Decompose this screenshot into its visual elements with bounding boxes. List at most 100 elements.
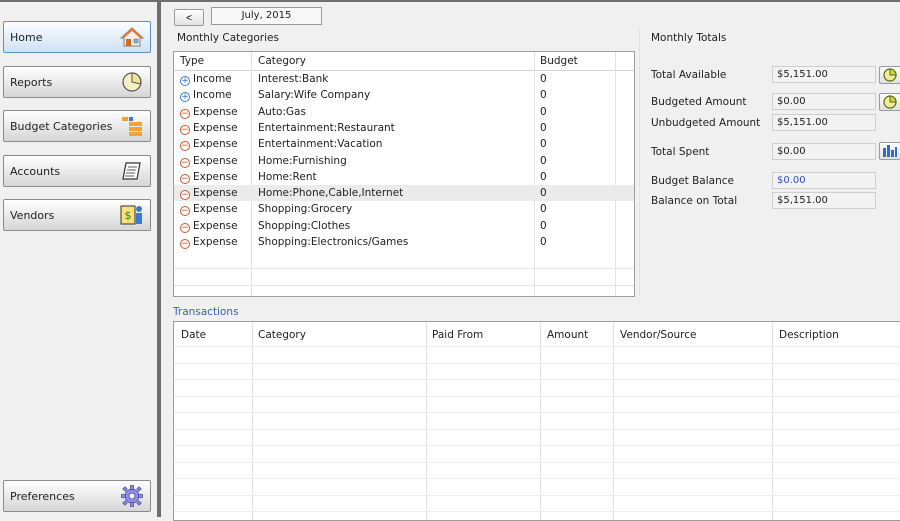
sidebar-item-label: Accounts <box>10 164 61 178</box>
total-spent-label: Total Spent <box>651 146 710 158</box>
row-divider <box>174 445 900 446</box>
balance-on-total-label: Balance on Total <box>651 195 738 207</box>
table-row[interactable]: − Expense Shopping:Clothes 0 <box>174 218 634 234</box>
total-spent-chart-button[interactable] <box>879 142 900 160</box>
grid-header: Type Category Budget <box>174 52 634 71</box>
sidebar-item-label: Budget Categories <box>10 119 113 133</box>
row-type: − Expense <box>180 105 238 119</box>
expense-minus-icon: − <box>180 157 190 168</box>
row-category: Shopping:Electronics/Games <box>258 236 409 248</box>
sidebar-item-vendors[interactable]: Vendors $ <box>3 199 151 231</box>
budget-balance-value: $0.00 <box>772 172 876 189</box>
row-type: − Expense <box>180 236 238 249</box>
row-category: Salary:Wife Company <box>258 89 371 102</box>
row-type: − Expense <box>180 121 238 135</box>
row-budget[interactable]: 0 <box>540 236 547 248</box>
row-divider <box>174 268 634 269</box>
row-budget[interactable]: 0 <box>540 187 547 199</box>
budgeted-amount-chart-button[interactable] <box>879 93 900 111</box>
row-type: + Income <box>180 73 232 86</box>
row-budget[interactable]: 0 <box>540 73 547 85</box>
preferences-button[interactable]: Preferences <box>3 480 151 512</box>
table-row[interactable]: + Income Interest:Bank 0 <box>174 71 634 87</box>
column-header-amount[interactable]: Amount <box>547 329 588 341</box>
monthly-categories-title: Monthly Categories <box>177 32 279 44</box>
row-divider <box>174 461 900 463</box>
total-available-value: $5,151.00 <box>772 66 876 83</box>
expense-minus-icon: − <box>180 190 190 201</box>
monthly-totals-title: Monthly Totals <box>651 32 727 44</box>
row-budget[interactable]: 0 <box>540 122 547 134</box>
monthly-categories-grid[interactable]: Type Category Budget + Income Interest:Ban… <box>173 51 635 297</box>
sidebar-item-home[interactable]: Home <box>3 21 151 53</box>
total-available-chart-button[interactable] <box>879 66 900 84</box>
column-divider <box>613 322 614 520</box>
row-category: Home:Rent <box>258 170 317 183</box>
table-row[interactable]: − Expense Entertainment:Vacation 0 <box>174 136 634 152</box>
row-budget[interactable]: 0 <box>540 203 547 215</box>
row-category: Entertainment:Restaurant <box>258 121 395 134</box>
row-budget[interactable]: 0 <box>540 138 547 150</box>
row-type: − Expense <box>180 203 238 217</box>
table-row[interactable]: − Expense Shopping:Electronics/Games 0 <box>174 234 634 250</box>
row-budget[interactable]: 0 <box>540 220 547 232</box>
table-row[interactable]: − Expense Shopping:Grocery 0 <box>174 201 634 217</box>
column-divider <box>772 322 773 520</box>
house-icon <box>119 25 145 49</box>
transactions-grid[interactable]: Date Category Paid From Amount Vendor/So… <box>173 321 900 521</box>
column-divider <box>540 322 541 520</box>
column-divider <box>426 322 427 520</box>
table-row[interactable]: − Expense Home:Furnishing 0 <box>174 153 634 169</box>
table-row[interactable]: + Income Salary:Wife Company 0 <box>174 87 634 103</box>
table-row[interactable]: − Expense Entertainment:Restaurant 0 <box>174 120 634 136</box>
column-header-date[interactable]: Date <box>181 329 206 341</box>
income-plus-icon: + <box>180 76 190 86</box>
current-month-label: July, 2015 <box>211 7 322 25</box>
sidebar-item-label: Vendors <box>10 208 55 222</box>
column-header-description[interactable]: Description <box>779 329 839 341</box>
gear-icon <box>119 484 145 508</box>
sidebar-item-accounts[interactable]: Accounts <box>3 155 151 187</box>
unbudgeted-amount-value: $5,151.00 <box>772 114 876 131</box>
row-divider <box>174 478 900 479</box>
sidebar-item-budget-categories[interactable]: Budget Categories <box>3 110 151 142</box>
column-header-budget[interactable]: Budget <box>540 55 578 67</box>
budgeted-amount-label: Budgeted Amount <box>651 96 747 108</box>
row-divider <box>174 379 900 380</box>
row-divider <box>174 494 900 496</box>
budgeted-amount-value: $0.00 <box>772 93 876 110</box>
column-divider <box>252 322 253 520</box>
category-blocks-icon <box>119 114 145 138</box>
row-budget[interactable]: 0 <box>540 171 547 183</box>
previous-month-button[interactable]: < <box>174 9 204 26</box>
table-row[interactable]: − Expense Auto:Gas 0 <box>174 104 634 120</box>
row-budget[interactable]: 0 <box>540 106 547 118</box>
row-budget[interactable]: 0 <box>540 89 547 101</box>
expense-minus-icon: − <box>180 222 190 233</box>
total-spent-value: $0.00 <box>772 143 876 160</box>
table-row[interactable]: − Expense Home:Phone,Cable,Internet 0 <box>174 185 634 202</box>
pie-chart-icon <box>119 70 145 94</box>
row-type: − Expense <box>180 187 238 201</box>
preferences-label: Preferences <box>10 489 75 503</box>
total-available-label: Total Available <box>651 69 727 81</box>
sidebar: Home Reports Budget Categories Accounts … <box>0 2 156 517</box>
row-category: Auto:Gas <box>258 105 306 118</box>
row-category: Home:Phone,Cable,Internet <box>258 187 404 200</box>
column-header-type[interactable]: Type <box>180 55 204 67</box>
row-category: Shopping:Clothes <box>258 219 351 232</box>
row-category: Shopping:Grocery <box>258 203 353 216</box>
expense-minus-icon: − <box>180 173 190 184</box>
column-header-category[interactable]: Category <box>258 329 306 341</box>
pie-chart-icon <box>883 68 897 82</box>
row-category: Home:Furnishing <box>258 154 347 167</box>
column-header-paid-from[interactable]: Paid From <box>432 329 483 341</box>
row-divider <box>174 395 900 397</box>
column-header-category[interactable]: Category <box>258 55 306 67</box>
column-header-vendor-source[interactable]: Vendor/Source <box>620 329 697 341</box>
bar-chart-icon <box>883 145 897 157</box>
row-budget[interactable]: 0 <box>540 155 547 167</box>
table-row[interactable]: − Expense Home:Rent 0 <box>174 169 634 185</box>
sidebar-item-reports[interactable]: Reports <box>3 66 151 98</box>
row-divider <box>174 412 900 413</box>
